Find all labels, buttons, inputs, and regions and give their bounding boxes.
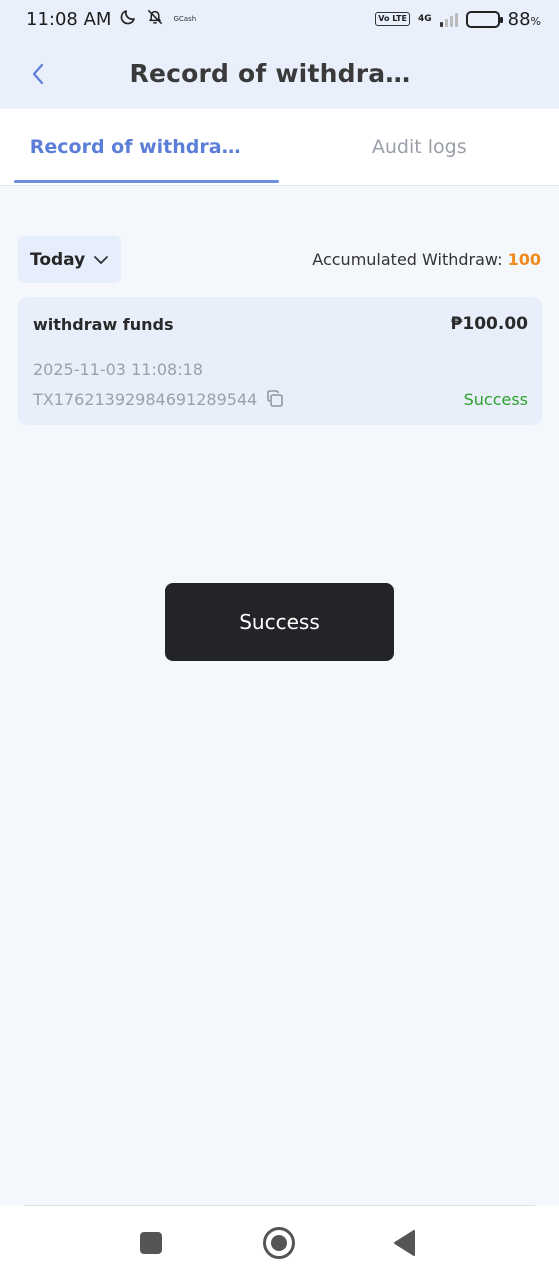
filter-row: Today Accumulated Withdraw: 100	[18, 236, 541, 283]
square-icon	[140, 1232, 162, 1254]
triangle-back-icon	[394, 1230, 415, 1256]
back-nav-button[interactable]	[385, 1225, 425, 1261]
home-circle-icon	[263, 1227, 295, 1259]
chevron-down-icon	[94, 255, 109, 264]
back-button[interactable]	[22, 56, 54, 92]
record-card[interactable]: withdraw funds ₱100.00 2025-11-03 11:08:…	[18, 297, 542, 425]
status-bar-left: 11:08 AM GCash	[26, 7, 196, 32]
gcash-notification-icon: GCash	[173, 15, 197, 23]
page-title: Record of withdrawa...	[129, 59, 430, 88]
tab-audit-logs[interactable]: Audit logs	[280, 109, 559, 185]
system-nav-bar	[0, 1205, 559, 1280]
tab-label: Record of withdraw...	[29, 136, 250, 158]
copy-button[interactable]	[265, 389, 285, 409]
status-bar-right: Vo LTE 4G 88%	[375, 9, 541, 30]
toast-message: Success	[239, 610, 320, 634]
battery-percent: 88%	[507, 8, 541, 30]
volte-icon: Vo LTE	[375, 12, 410, 26]
app-header: Record of withdrawa...	[0, 38, 559, 109]
tab-record-of-withdraw[interactable]: Record of withdraw...	[0, 109, 280, 185]
accumulated-withdraw: Accumulated Withdraw: 100	[312, 250, 541, 269]
date-filter-label: Today	[30, 249, 86, 270]
home-button[interactable]	[259, 1225, 299, 1261]
tab-label: Audit logs	[371, 136, 467, 158]
accumulated-value: 100	[507, 250, 541, 269]
record-status: Success	[463, 390, 528, 409]
signal-icon	[439, 11, 458, 27]
record-type: withdraw funds	[33, 315, 174, 334]
tab-bar: Record of withdraw... Audit logs	[0, 109, 559, 186]
record-datetime: 2025-11-03 11:08:18	[33, 360, 203, 379]
status-time: 11:08 AM	[26, 8, 112, 30]
moon-icon	[119, 8, 137, 31]
nav-divider	[24, 1205, 535, 1206]
transaction-id: TX17621392984691289544	[33, 389, 258, 409]
active-tab-indicator	[14, 180, 279, 183]
status-bar: 11:08 AM GCash Vo LTE 4G 88%	[0, 0, 559, 38]
record-amount: ₱100.00	[450, 314, 528, 334]
recent-apps-button[interactable]	[131, 1225, 171, 1261]
copy-icon	[267, 390, 284, 407]
record-id-row: TX17621392984691289544	[33, 389, 285, 409]
accumulated-label: Accumulated Withdraw:	[312, 250, 508, 269]
date-filter-dropdown[interactable]: Today	[18, 236, 122, 283]
success-toast: Success	[165, 583, 394, 661]
network-type: 4G	[417, 13, 432, 24]
battery-icon	[465, 10, 503, 28]
chevron-left-icon	[32, 63, 44, 85]
bell-off-icon	[145, 7, 165, 32]
